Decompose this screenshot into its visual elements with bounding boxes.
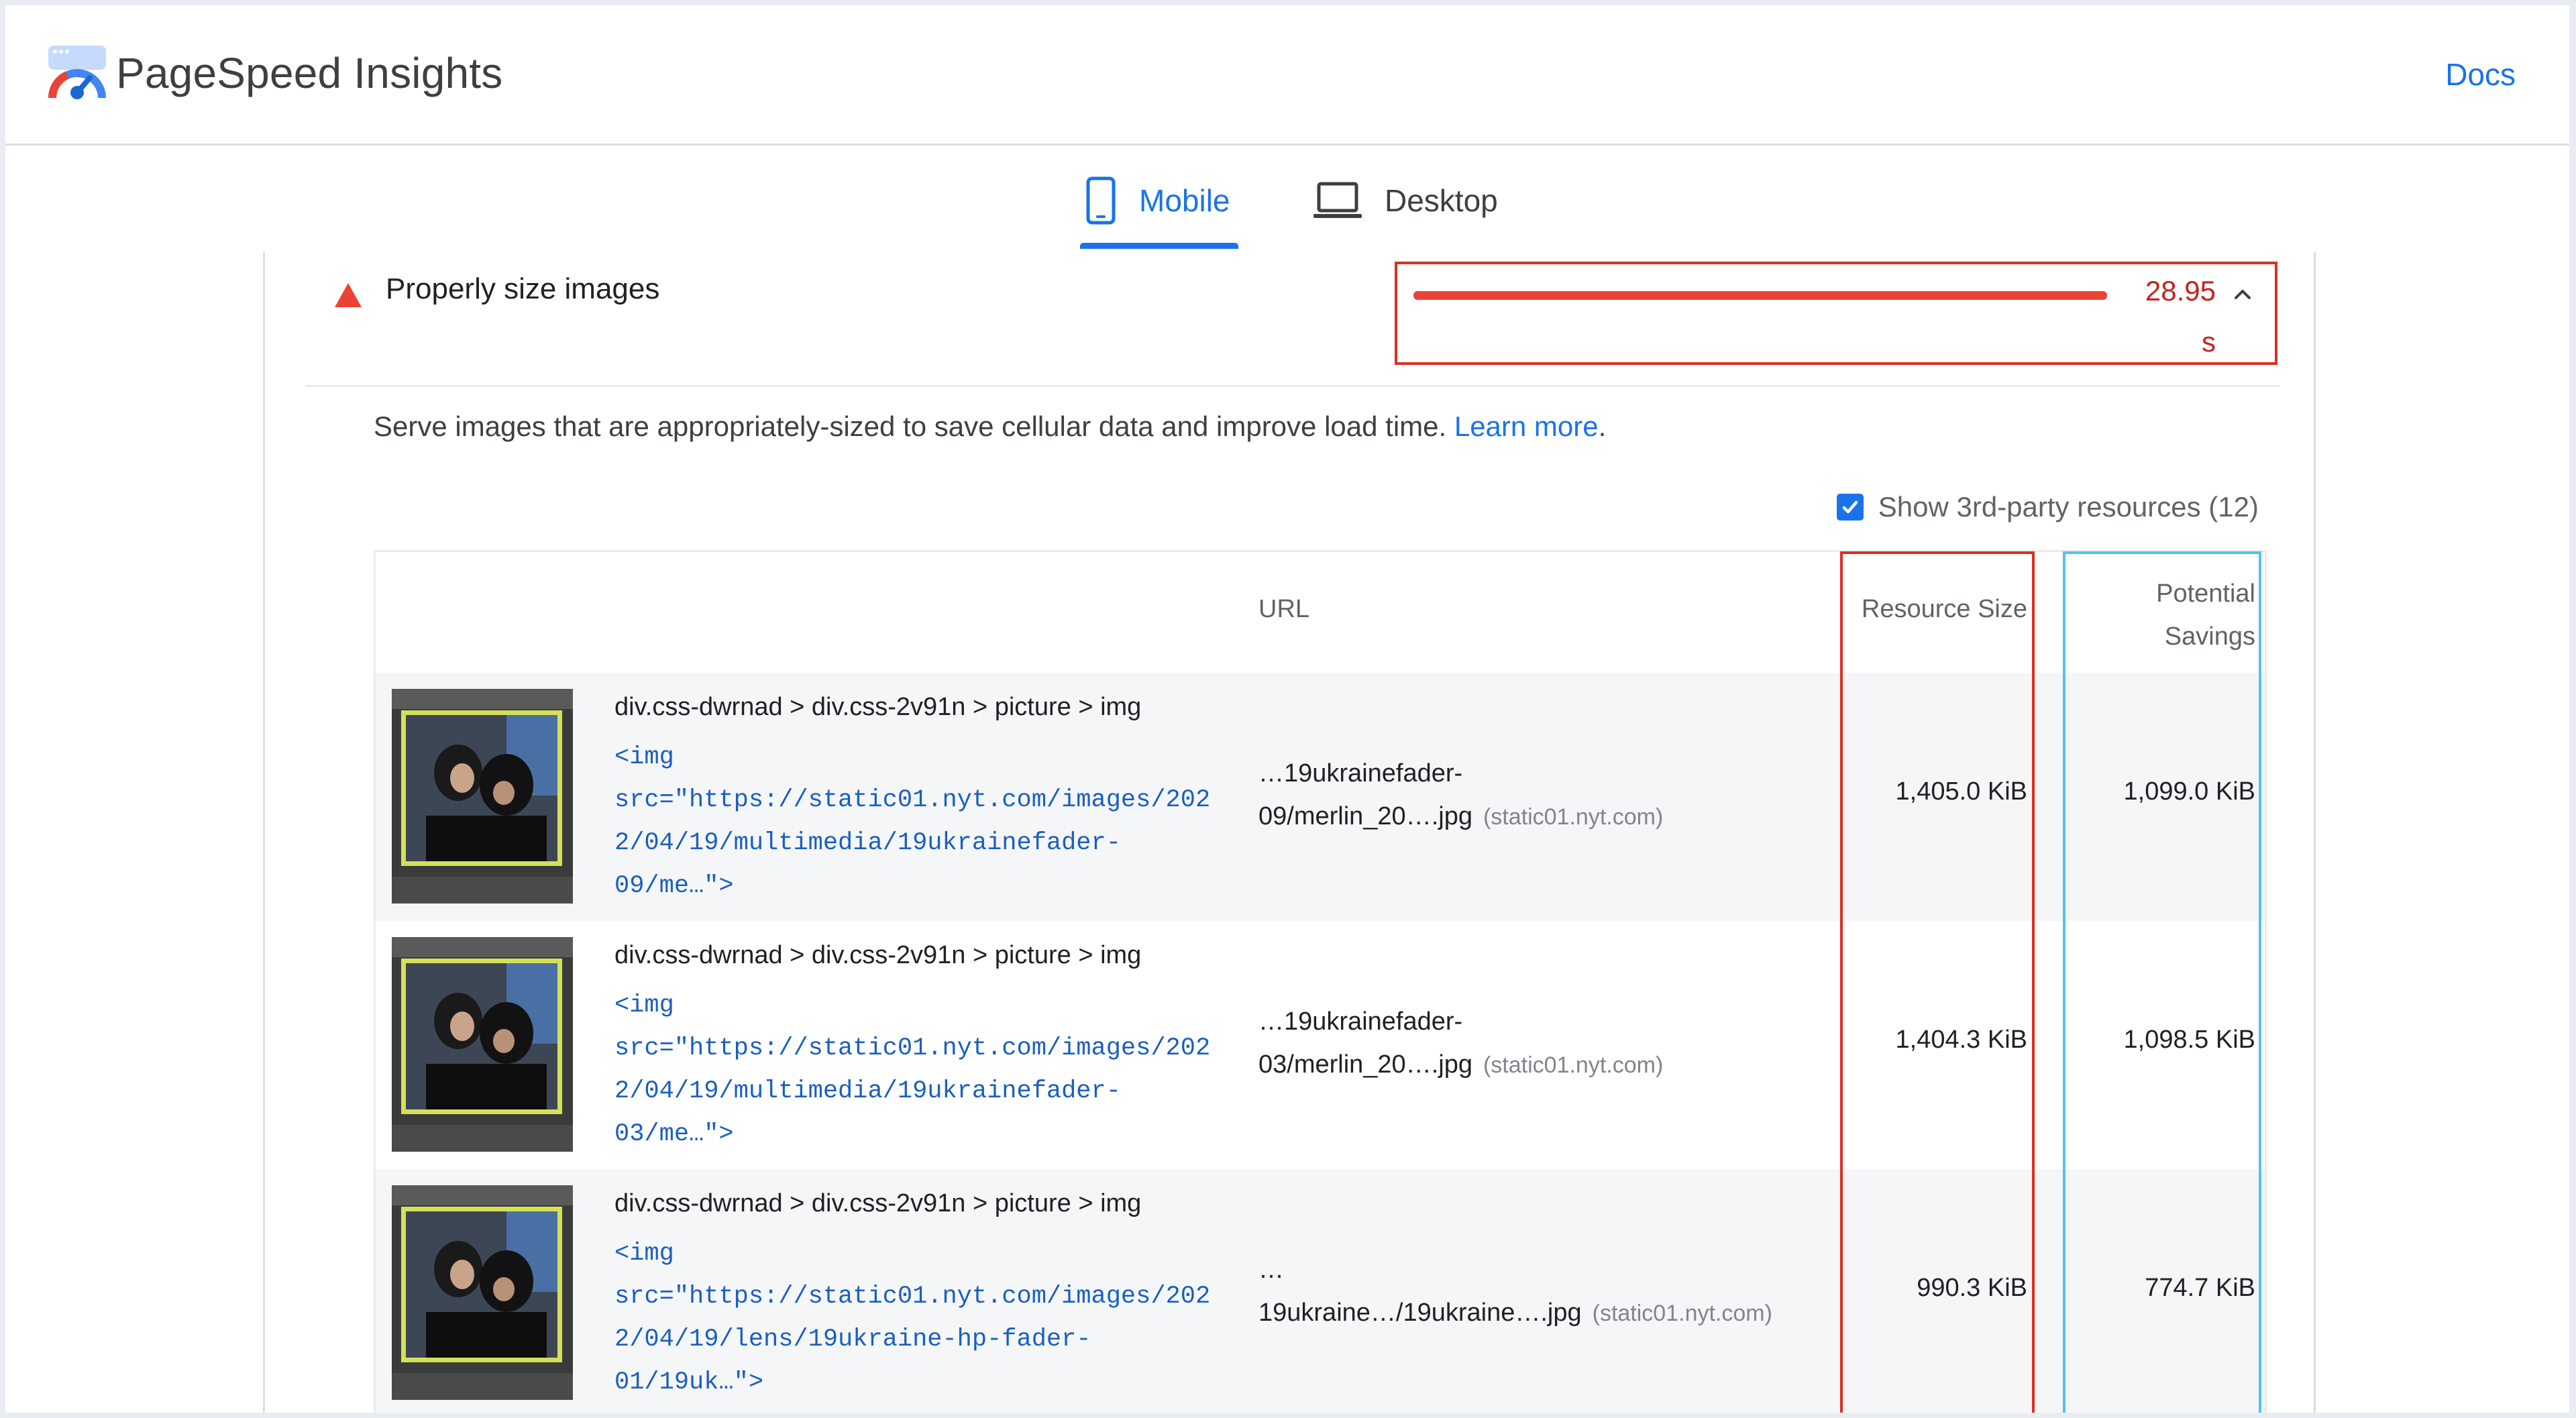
- photo-people-icon: [406, 715, 557, 861]
- potential-savings-cell: 1,098.5 KiB: [2123, 1026, 2255, 1054]
- fail-triangle-icon: [335, 283, 362, 307]
- table-row: div.css-dwrnad > div.css-2v91n > picture…: [376, 673, 2265, 921]
- third-party-checkbox[interactable]: [1836, 494, 1864, 521]
- column-header-potential-savings-line2: Savings: [2164, 622, 2255, 651]
- node-snippet: <img src="https://static01.nyt.com/image…: [614, 991, 1211, 1148]
- resources-table: URL Resource Size Potential Savings div.…: [374, 550, 2267, 1413]
- node-selector: div.css-dwrnad > div.css-2v91n > picture…: [614, 693, 1142, 721]
- resource-size-cell: 990.3 KiB: [1917, 1274, 2027, 1302]
- url-line-2: 09/merlin_20….jpg: [1258, 802, 1472, 830]
- url-cell[interactable]: …19ukrainefader- 03/merlin_20….jpg (stati…: [1258, 1000, 1663, 1087]
- smartphone-icon: [1086, 176, 1116, 225]
- image-thumbnail[interactable]: [392, 1185, 573, 1400]
- description-period: .: [1598, 411, 1607, 442]
- third-party-toggle[interactable]: Show 3rd-party resources (12): [1836, 491, 2259, 523]
- savings-highlight-box: 28.95 s: [1395, 262, 2277, 365]
- url-cell[interactable]: … 19ukraine…/19ukraine….jpg (static01.nyt…: [1258, 1248, 1772, 1335]
- description-text: Serve images that are appropriately-size…: [374, 411, 1447, 442]
- header-divider: [305, 385, 2280, 387]
- checkmark-icon: [1842, 500, 1858, 514]
- photo-people-icon: [406, 1211, 557, 1358]
- audit-description: Serve images that are appropriately-size…: [374, 411, 1606, 443]
- pagespeed-logo-icon[interactable]: [47, 44, 107, 105]
- node-snippet: <img src="https://static01.nyt.com/image…: [614, 743, 1211, 900]
- node-selector: div.css-dwrnad > div.css-2v91n > picture…: [614, 1189, 1142, 1217]
- learn-more-link[interactable]: Learn more: [1454, 411, 1599, 442]
- page-frame: PageSpeed Insights Docs Mobile Desktop P: [5, 5, 2569, 1413]
- savings-value: 28.95: [2145, 275, 2216, 307]
- url-cell[interactable]: …19ukrainefader- 09/merlin_20….jpg (stati…: [1258, 752, 1663, 838]
- url-line-1: …19ukrainefader-: [1258, 759, 1463, 787]
- potential-savings-cell: 774.7 KiB: [2145, 1274, 2255, 1302]
- potential-savings-cell: 1,099.0 KiB: [2123, 777, 2255, 806]
- chevron-up-icon[interactable]: [2229, 280, 2256, 307]
- url-host: (static01.nyt.com): [1483, 1052, 1664, 1078]
- top-bar: PageSpeed Insights Docs: [5, 5, 2569, 146]
- selected-tab-indicator: [1080, 243, 1238, 249]
- audit-header[interactable]: Properly size images 28.95 s: [265, 252, 2314, 387]
- url-host: (static01.nyt.com): [1483, 804, 1664, 830]
- tab-mobile[interactable]: Mobile: [1085, 170, 1230, 231]
- third-party-label: Show 3rd-party resources (12): [1878, 491, 2259, 523]
- url-line-1: …: [1258, 1256, 1284, 1284]
- tab-mobile-label: Mobile: [1139, 183, 1230, 218]
- table-row: div.css-dwrnad > div.css-2v91n > picture…: [376, 921, 2265, 1169]
- url-line-2: 03/merlin_20….jpg: [1258, 1050, 1472, 1079]
- device-tabs: Mobile Desktop: [5, 146, 2569, 254]
- table-row: div.css-dwrnad > div.css-2v91n > picture…: [376, 1169, 2265, 1413]
- url-line-1: …19ukrainefader-: [1258, 1007, 1463, 1036]
- node-snippet: <img src="https://static01.nyt.com/image…: [614, 1240, 1211, 1397]
- url-host: (static01.nyt.com): [1592, 1301, 1772, 1326]
- audit-card: Properly size images 28.95 s Serve image…: [263, 252, 2316, 1413]
- resource-size-cell: 1,405.0 KiB: [1895, 777, 2027, 806]
- docs-link[interactable]: Docs: [2445, 56, 2516, 93]
- column-header-potential-savings-line1: Potential: [2156, 580, 2255, 608]
- tab-desktop-label: Desktop: [1385, 183, 1498, 218]
- image-thumbnail[interactable]: [392, 689, 573, 904]
- savings-unit: s: [2202, 326, 2216, 358]
- photo-people-icon: [406, 963, 557, 1109]
- audit-title: Properly size images: [386, 272, 660, 305]
- tab-desktop[interactable]: Desktop: [1313, 170, 1498, 231]
- url-line-2: 19ukraine…/19ukraine….jpg: [1258, 1299, 1582, 1327]
- image-thumbnail[interactable]: [392, 937, 573, 1152]
- resource-size-cell: 1,404.3 KiB: [1895, 1026, 2027, 1054]
- laptop-icon: [1313, 182, 1362, 218]
- savings-bar: [1413, 291, 2107, 300]
- node-selector: div.css-dwrnad > div.css-2v91n > picture…: [614, 941, 1142, 969]
- app-title: PageSpeed Insights: [116, 49, 503, 97]
